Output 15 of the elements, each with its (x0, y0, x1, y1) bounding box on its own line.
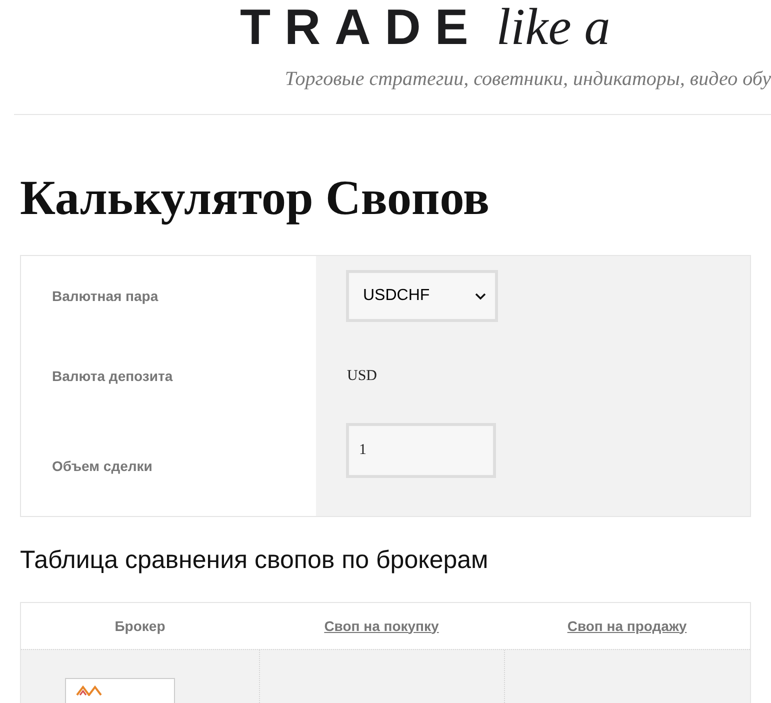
deposit-currency-value: USD (347, 366, 378, 386)
section-heading: Таблица сравнения свопов по брокерам (20, 545, 488, 576)
column-header: Брокер (114, 616, 166, 636)
volume-input[interactable]: 1 (346, 423, 496, 478)
field-label: Валюта депозита (52, 366, 173, 386)
zigzag-icon (76, 684, 102, 696)
logo-script: like a (496, 2, 610, 54)
logo-wordmark: TRADE (240, 2, 482, 52)
column-header-link[interactable]: Своп на продажу (567, 616, 687, 636)
field-label: Валютная пара (52, 286, 158, 306)
column-header-link[interactable]: Своп на покупку (324, 616, 439, 636)
currency-pair-select[interactable]: USDCHF (346, 270, 498, 322)
field-label: Объем сделки (52, 456, 152, 476)
chevron-down-icon (475, 292, 486, 300)
site-tagline: Торговые стратегии, советники, индикаторы, видео обу (284, 67, 771, 92)
